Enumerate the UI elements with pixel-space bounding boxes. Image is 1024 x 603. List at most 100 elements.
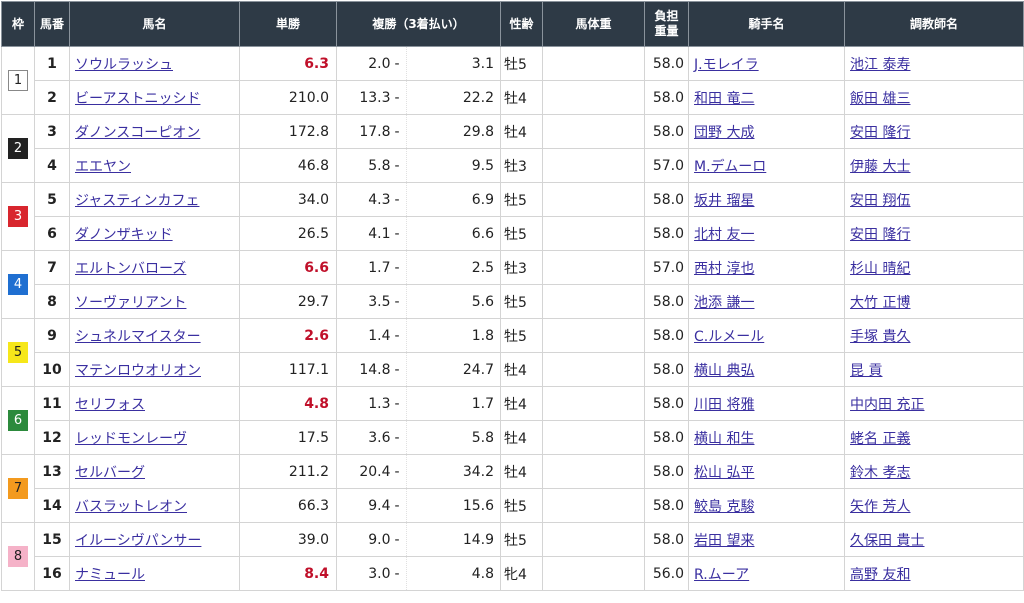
place-odds-separator: - (392, 250, 407, 285)
jockey-name: 団野 大成 (688, 114, 846, 149)
horse-name-link[interactable]: セルバーグ (75, 465, 145, 481)
jockey-name-link[interactable]: 池添 謙一 (694, 295, 754, 311)
jockey-name: 坂井 瑠星 (688, 182, 846, 217)
horse-name-link[interactable]: ナミュール (75, 567, 145, 583)
trainer-name-link[interactable]: 久保田 貴士 (850, 533, 924, 549)
jockey-name-link[interactable]: 坂井 瑠星 (694, 193, 754, 209)
place-odds-low: 14.8 (336, 352, 393, 387)
horse-name-link[interactable]: レッドモンレーヴ (75, 431, 187, 447)
waku-badge: 8 (8, 546, 28, 567)
jockey-name-link[interactable]: M.デムーロ (694, 159, 766, 175)
umaban-cell: 4 (34, 148, 70, 183)
jockey-name-link[interactable]: 川田 将雅 (694, 397, 754, 413)
win-odds: 6.3 (239, 46, 337, 81)
trainer-name-link[interactable]: 中内田 充正 (850, 397, 924, 413)
table-row: 4 エエヤン 46.8 5.8-9.5 牡3 57.0 M.デムーロ 伊藤 大士 (2, 148, 1024, 183)
trainer-name-link[interactable]: 昆 貢 (850, 363, 882, 379)
place-odds-low: 9.4 (336, 488, 393, 523)
header-sex-age: 性齢 (500, 1, 544, 47)
trainer-name: 安田 隆行 (844, 216, 1024, 251)
body-weight (542, 182, 646, 217)
trainer-name-link[interactable]: 杉山 晴紀 (850, 261, 910, 277)
waku-badge: 1 (8, 70, 28, 91)
table-row: 1 1 ソウルラッシュ 6.3 2.0-3.1 牡5 58.0 J.モレイラ 池江 泰寿 (1, 46, 1024, 115)
horse-name-link[interactable]: ジャスティンカフェ (75, 193, 199, 209)
umaban-cell: 8 (34, 284, 70, 319)
jockey-name-link[interactable]: 横山 典弘 (694, 363, 754, 379)
horse-name-link[interactable]: イルーシヴパンサー (75, 533, 201, 549)
umaban-cell: 11 (34, 386, 70, 421)
place-odds-low: 1.4 (336, 318, 393, 353)
place-odds-high: 29.8 (405, 114, 502, 149)
jockey-name-link[interactable]: C.ルメール (694, 329, 764, 345)
trainer-name-link[interactable]: 伊藤 大士 (850, 159, 910, 175)
horse-name-link[interactable]: ダノンスコーピオン (75, 125, 200, 141)
place-odds-low: 4.3 (336, 182, 393, 217)
trainer-name-link[interactable]: 矢作 芳人 (850, 499, 910, 515)
table-row: 8 ソーヴァリアント 29.7 3.5-5.6 牡5 58.0 池添 謙一 大竹 正博 (2, 284, 1024, 319)
umaban-cell: 7 (34, 250, 70, 285)
trainer-name-link[interactable]: 蛯名 正義 (850, 431, 910, 447)
jockey-name-link[interactable]: 岩田 望来 (694, 533, 754, 549)
jockey-name-link[interactable]: 鮫島 克駿 (694, 499, 754, 515)
burden-weight: 57.0 (644, 250, 690, 285)
horse-name-link[interactable]: ソウルラッシュ (75, 57, 173, 73)
trainer-name-link[interactable]: 手塚 貴久 (850, 329, 910, 345)
sex-age: 牡3 (500, 250, 544, 285)
trainer-name-link[interactable]: 安田 翔伍 (850, 193, 910, 209)
table-row: 5 9 シュネルマイスター 2.6 1.4-1.8 牡5 58.0 C.ルメール 手塚 貴久 (1, 318, 1024, 387)
header-body-weight: 馬体重 (542, 1, 646, 47)
trainer-name-link[interactable]: 池江 泰寿 (850, 57, 910, 73)
win-odds: 8.4 (239, 556, 337, 591)
waku-badge: 5 (8, 342, 28, 363)
trainer-name-link[interactable]: 大竹 正博 (850, 295, 910, 311)
jockey-name: C.ルメール (688, 318, 846, 353)
horse-name-link[interactable]: ダノンザキッド (75, 227, 173, 243)
sex-age: 牡4 (500, 352, 544, 387)
jockey-name-link[interactable]: 北村 友一 (694, 227, 754, 243)
umaban-cell: 13 (34, 454, 70, 489)
horse-name-link[interactable]: マテンロウオリオン (75, 363, 201, 379)
trainer-name-link[interactable]: 安田 隆行 (850, 125, 910, 141)
horse-name-link[interactable]: シュネルマイスター (75, 329, 201, 345)
trainer-name: 飯田 雄三 (844, 80, 1024, 115)
burden-weight: 56.0 (644, 556, 690, 591)
body-weight (542, 284, 646, 319)
jockey-name-link[interactable]: 和田 竜二 (694, 91, 754, 107)
trainer-name-link[interactable]: 安田 隆行 (850, 227, 910, 243)
win-odds: 2.6 (239, 318, 337, 353)
horse-name-link[interactable]: ビーアストニッシド (75, 91, 200, 107)
horse-name: ナミュール (69, 556, 240, 591)
horse-name-link[interactable]: バスラットレオン (75, 499, 187, 515)
trainer-name-link[interactable]: 高野 友和 (850, 567, 910, 583)
umaban-cell: 10 (34, 352, 70, 387)
umaban-cell: 15 (34, 522, 70, 557)
jockey-name: R.ムーア (688, 556, 846, 591)
umaban-cell: 16 (34, 556, 70, 591)
trainer-name: 中内田 充正 (844, 386, 1024, 421)
waku-cell: 8 (1, 522, 35, 591)
table-row: 16 ナミュール 8.4 3.0-4.8 牝4 56.0 R.ムーア 高野 友和 (2, 556, 1024, 591)
horse-name-link[interactable]: セリフォス (75, 397, 145, 413)
trainer-name-link[interactable]: 鈴木 孝志 (850, 465, 910, 481)
jockey-name-link[interactable]: 松山 弘平 (694, 465, 754, 481)
jockey-name-link[interactable]: 団野 大成 (694, 125, 754, 141)
jockey-name-link[interactable]: R.ムーア (694, 567, 749, 583)
place-odds-high: 15.6 (405, 488, 502, 523)
jockey-name: 横山 和生 (688, 420, 846, 455)
trainer-name-link[interactable]: 飯田 雄三 (850, 91, 910, 107)
jockey-name-link[interactable]: 横山 和生 (694, 431, 754, 447)
umaban-cell: 3 (34, 114, 70, 149)
horse-name-link[interactable]: エエヤン (75, 159, 131, 175)
header-place-odds: 複勝（3着払い） (335, 1, 502, 47)
burden-weight: 58.0 (644, 488, 690, 523)
trainer-name: 鈴木 孝志 (844, 454, 1024, 489)
jockey-name-link[interactable]: 西村 淳也 (694, 261, 754, 277)
horse-name-link[interactable]: エルトンバローズ (75, 261, 186, 277)
header-horse-name: 馬名 (69, 1, 240, 47)
jockey-name-link[interactable]: J.モレイラ (694, 57, 759, 73)
burden-weight: 58.0 (644, 522, 690, 557)
horse-name: ダノンスコーピオン (69, 114, 240, 149)
horse-name-link[interactable]: ソーヴァリアント (75, 295, 186, 311)
burden-weight: 58.0 (644, 318, 690, 353)
